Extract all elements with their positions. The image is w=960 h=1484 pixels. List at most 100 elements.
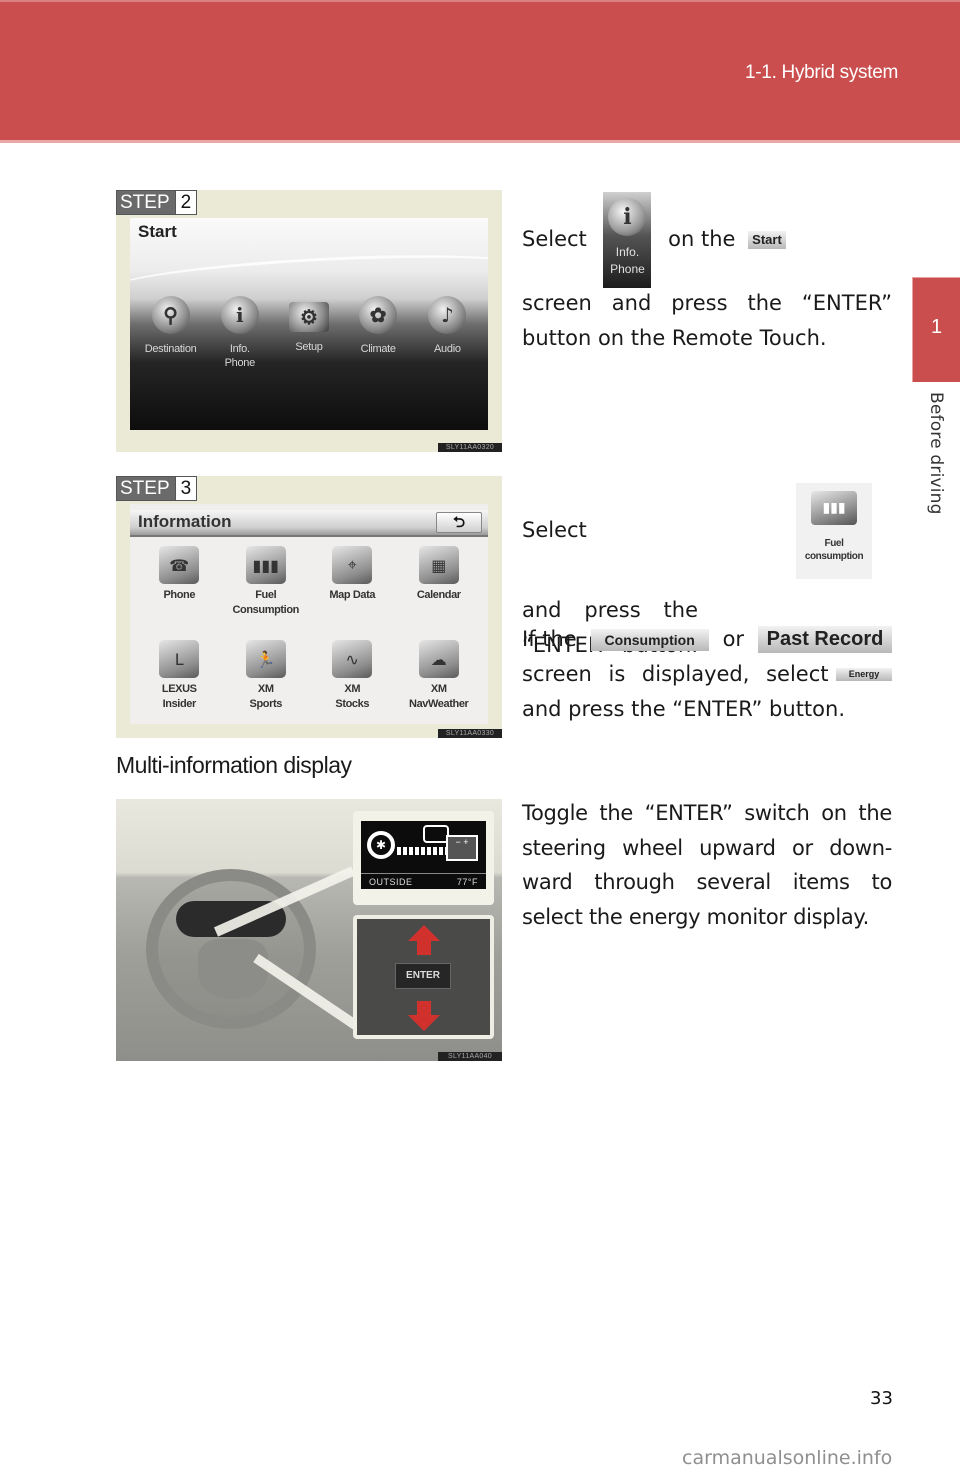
info-item-fuel-consumption: ▮▮▮ Fuel Consumption: [223, 544, 310, 632]
step2-figure: Start ⚲ Destination i Info. Phone ⚙ Setu…: [116, 190, 502, 452]
step-badge: STEP 3: [116, 476, 198, 501]
start-item-audio: ♪ Audio: [414, 296, 480, 370]
start-screen-image: Start ⚲ Destination i Info. Phone ⚙ Setu…: [130, 218, 488, 430]
page-header: 1-1. Hybrid system: [0, 0, 960, 143]
enter-switch-callout: ENTER: [353, 915, 494, 1039]
info-item-label: Phone: [163, 589, 196, 601]
magnifier-pin-icon: ⚲: [151, 296, 190, 334]
bar-chart-icon: ▮▮▮: [811, 491, 857, 525]
page-number: 33: [870, 1388, 893, 1409]
energy-button-chip: Energy: [836, 668, 892, 681]
chapter-number: 1: [930, 316, 943, 338]
step3-instruction: Select ▮▮▮ Fuel consumption and press th…: [522, 482, 892, 657]
step2-instruction: Select i Info. Phone on the Start: [522, 192, 892, 288]
instruction-text: Select: [522, 227, 587, 251]
info-item-phone: ☎ Phone: [136, 544, 223, 632]
wheel-icon: ✱: [367, 831, 395, 859]
instruction-text: If the: [522, 627, 577, 651]
chapter-label: Before driving: [926, 392, 946, 515]
step3-instruction-note: If the Consumption or Past Record screen…: [522, 622, 892, 727]
info-item-label: Calendar: [416, 589, 461, 601]
multi-info-instruction: Toggle the “ENTER” switch on the steerin…: [522, 801, 892, 929]
step-badge: STEP 2: [116, 190, 198, 215]
instruction-text: or: [722, 627, 745, 651]
battery-icon: − +: [446, 835, 478, 861]
fuel-consumption-button-image: ▮▮▮ Fuel consumption: [796, 483, 872, 579]
info-phone-button-image: i Info. Phone: [603, 192, 652, 288]
start-item-setup: ⚙ Setup: [276, 296, 342, 370]
dashboard-figure: ✱ − + OUTSIDE 77°F ENTER SLY11AA040: [116, 799, 502, 1061]
arrow-up-icon: [408, 925, 440, 955]
start-item-climate: ✿ Climate: [345, 296, 411, 370]
lexus-logo-icon: L: [159, 640, 200, 678]
arrow-down-icon: [408, 1001, 440, 1031]
start-item-label: Info. Phone: [224, 343, 256, 369]
start-item-destination: ⚲ Destination: [138, 296, 204, 370]
info-item-calendar: ▦ Calendar: [396, 544, 483, 632]
information-menu-grid: ☎ Phone ▮▮▮ Fuel Consumption ⌖ Map Data …: [136, 544, 482, 726]
info-item-xm-sports: 🏃 XM Sports: [223, 638, 310, 726]
stock-chart-icon: ∿: [332, 640, 373, 678]
phone-icon: ☎: [159, 546, 200, 584]
figure-code: SLY11AA0320: [438, 443, 502, 452]
past-record-screen-chip: Past Record: [757, 626, 892, 653]
watermark[interactable]: carmanualsonline.info: [682, 1447, 892, 1469]
enter-switch: ENTER: [395, 963, 451, 989]
back-icon: ⮌: [436, 512, 482, 533]
multi-info-display-callout: ✱ − + OUTSIDE 77°F: [353, 811, 494, 905]
start-screen-title: Start: [138, 222, 177, 241]
information-title: Information: [138, 512, 232, 531]
info-icon: i: [608, 198, 647, 236]
info-item-label: LEXUS Insider: [161, 683, 197, 710]
info-item-map-data: ⌖ Map Data: [309, 544, 396, 632]
chapter-tab[interactable]: 1: [912, 277, 960, 382]
steering-hub-illustration: [198, 939, 268, 999]
consumption-screen-chip: Consumption: [590, 628, 709, 651]
music-note-icon: ♪: [428, 296, 467, 334]
start-item-info-phone: i Info. Phone: [207, 296, 273, 370]
step-number: 2: [174, 191, 197, 214]
instruction-text: Select: [522, 518, 587, 542]
information-screen-image: Information ⮌ ☎ Phone ▮▮▮ Fuel Consumpti…: [130, 504, 488, 724]
step3-figure: Information ⮌ ☎ Phone ▮▮▮ Fuel Consumpti…: [116, 476, 502, 738]
start-menu-icons: ⚲ Destination i Info. Phone ⚙ Setup ✿ Cl…: [130, 296, 488, 370]
figure-code: SLY11AA040: [438, 1052, 502, 1061]
info-item-label: Fuel Consumption: [232, 589, 300, 616]
step-number: 3: [174, 477, 197, 500]
info-item-label: XM Sports: [249, 683, 283, 710]
info-item-lexus-insider: L LEXUS Insider: [136, 638, 223, 726]
outside-temperature: 77°F: [456, 877, 478, 887]
info-phone-label: Info. Phone: [610, 245, 645, 276]
section-title: 1-1. Hybrid system: [745, 62, 898, 83]
outside-label: OUTSIDE: [369, 877, 413, 887]
step-word: STEP: [117, 191, 175, 214]
start-item-label: Setup: [295, 341, 323, 353]
start-item-label: Climate: [360, 343, 396, 355]
step-word: STEP: [117, 477, 175, 500]
info-item-xm-stocks: ∿ XM Stocks: [309, 638, 396, 726]
instruction-text: screen and press the “ENTER” button on t…: [522, 291, 892, 350]
info-item-label: XM NavWeather: [409, 683, 469, 710]
instruction-text: screen is displayed, select: [522, 662, 829, 686]
runner-icon: 🏃: [245, 640, 286, 678]
info-item-label: Map Data: [329, 589, 376, 601]
weather-cloud-sun-icon: ☁: [418, 640, 459, 678]
bar-chart-icon: ▮▮▮: [245, 546, 286, 584]
instruction-text: on the: [668, 227, 736, 251]
climate-seat-icon: ✿: [359, 296, 398, 334]
section-heading: Multi-information display: [116, 752, 352, 778]
start-item-label: Destination: [144, 343, 197, 355]
start-screen-chip: Start: [748, 231, 786, 249]
instruction-line: and press the “ENTER” button.: [522, 697, 845, 721]
step2-instruction-rest: screen and press the “ENTER” button on t…: [522, 286, 892, 356]
setup-gear-icon: ⚙: [288, 302, 329, 332]
calendar-icon: ▦: [418, 546, 459, 584]
start-item-label: Audio: [434, 343, 461, 355]
map-data-icon: ⌖: [332, 546, 373, 584]
energy-monitor-screen: ✱ − + OUTSIDE 77°F: [361, 821, 486, 889]
figure-code: SLY11AA0330: [438, 729, 502, 738]
information-title-bar: Information ⮌: [130, 510, 488, 537]
outside-temperature-bar: OUTSIDE 77°F: [361, 873, 486, 889]
instruction-line: screen is displayed, select Energy: [522, 657, 892, 692]
info-item-label: XM Stocks: [335, 683, 370, 710]
